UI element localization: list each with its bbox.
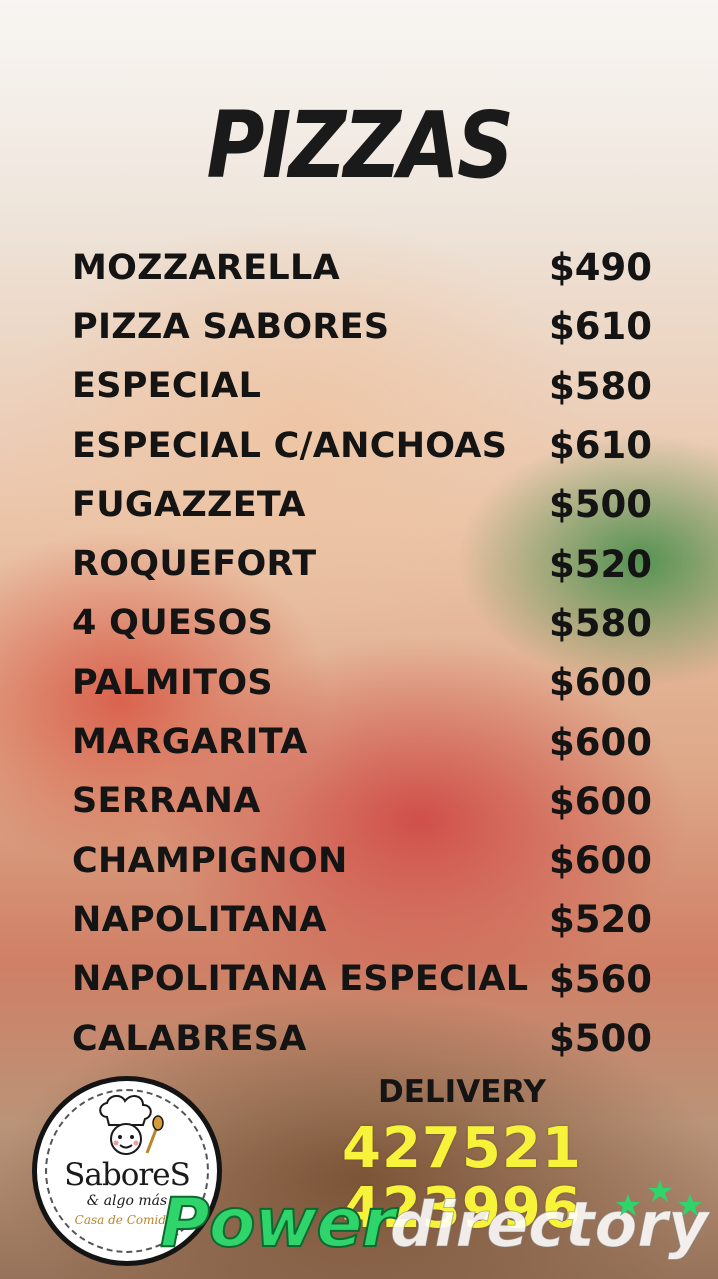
page-title: PIZZAS <box>206 92 514 199</box>
item-name: MARGARITA <box>72 722 308 763</box>
delivery-label: DELIVERY <box>378 1074 546 1110</box>
item-name: ESPECIAL C/ANCHOAS <box>72 425 508 466</box>
menu-row: NAPOLITANA ESPECIAL $560 <box>72 950 652 1009</box>
item-price: $600 <box>549 839 652 883</box>
price-list: MOZZARELLA $490 PIZZA SABORES $610 ESPECIA… <box>72 238 652 1068</box>
item-name: PALMITOS <box>72 662 273 703</box>
menu-row: SERRANA $600 <box>72 772 652 831</box>
item-price: $600 <box>549 720 652 764</box>
item-price: $580 <box>549 364 652 408</box>
item-name: PIZZA SABORES <box>72 306 390 347</box>
stars-icon <box>616 1180 702 1216</box>
item-price: $600 <box>549 661 652 705</box>
menu-row: ESPECIAL C/ANCHOAS $610 <box>72 416 652 475</box>
menu-row: ESPECIAL $580 <box>72 357 652 416</box>
item-price: $500 <box>549 483 652 527</box>
menu-row: ROQUEFORT $520 <box>72 534 652 593</box>
item-price: $610 <box>549 305 652 349</box>
item-name: FUGAZZETA <box>72 484 306 525</box>
item-price: $520 <box>549 542 652 586</box>
item-price: $600 <box>549 779 652 823</box>
item-price: $560 <box>549 957 652 1001</box>
chef-icon <box>99 1095 164 1155</box>
item-name: SERRANA <box>72 781 261 822</box>
item-name: CHAMPIGNON <box>72 840 348 881</box>
item-price: $520 <box>549 898 652 942</box>
item-name: ROQUEFORT <box>72 544 317 585</box>
item-name: NAPOLITANA ESPECIAL <box>72 959 529 1000</box>
menu-row: MARGARITA $600 <box>72 712 652 771</box>
menu-row: CHAMPIGNON $600 <box>72 831 652 890</box>
item-name: CALABRESA <box>72 1018 307 1059</box>
item-price: $580 <box>549 601 652 645</box>
menu-row: CALABRESA $500 <box>72 1009 652 1068</box>
item-name: NAPOLITANA <box>72 899 327 940</box>
item-name: MOZZARELLA <box>72 247 340 288</box>
item-name: 4 QUESOS <box>72 603 274 644</box>
menu-row: NAPOLITANA $520 <box>72 890 652 949</box>
delivery-phone: 427521 <box>342 1116 582 1181</box>
menu-row: PALMITOS $600 <box>72 653 652 712</box>
item-price: $500 <box>549 1017 652 1060</box>
menu-row: FUGAZZETA $500 <box>72 475 652 534</box>
watermark-power-text: Power <box>159 1183 396 1264</box>
item-price: $610 <box>549 424 652 468</box>
powerdirector-watermark: Power directory <box>159 1180 718 1270</box>
menu-row: PIZZA SABORES $610 <box>72 297 652 356</box>
menu-row: 4 QUESOS $580 <box>72 594 652 653</box>
item-price: $490 <box>549 246 652 290</box>
item-name: ESPECIAL <box>72 366 262 407</box>
menu-row: MOZZARELLA $490 <box>72 238 652 297</box>
